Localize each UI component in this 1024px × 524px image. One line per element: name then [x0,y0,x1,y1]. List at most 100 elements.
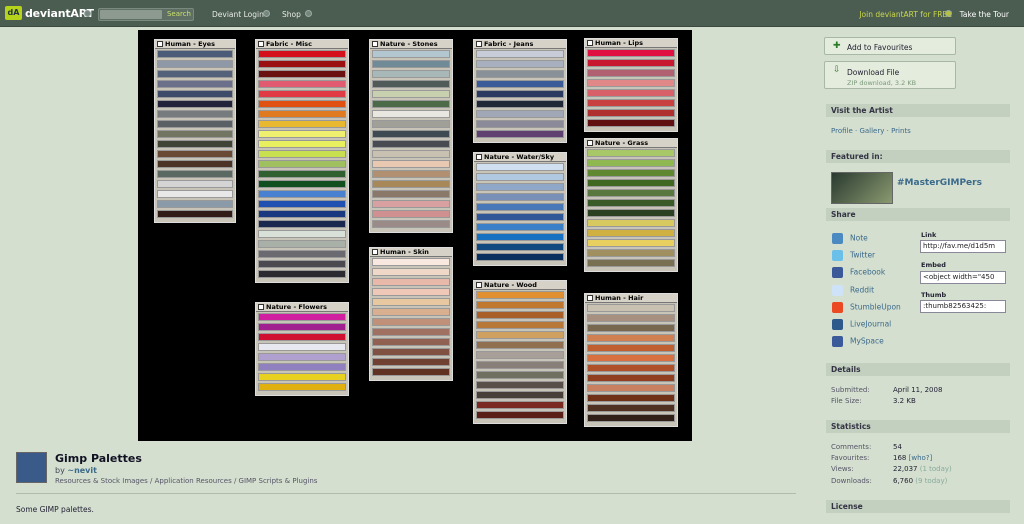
shop-link[interactable]: Shop [282,10,301,19]
color-swatch[interactable] [587,239,675,247]
palette-title[interactable]: Nature - Grass [585,139,677,148]
color-swatch[interactable] [476,193,564,201]
color-swatch[interactable] [157,90,233,98]
collapse-icon[interactable] [372,41,378,47]
color-swatch[interactable] [476,233,564,241]
color-swatch[interactable] [258,120,346,128]
color-swatch[interactable] [258,323,346,331]
chevron-down-icon[interactable] [305,10,312,17]
color-swatch[interactable] [258,60,346,68]
color-swatch[interactable] [258,110,346,118]
color-swatch[interactable] [258,383,346,391]
color-swatch[interactable] [258,50,346,58]
prints-link[interactable]: Prints [891,127,911,135]
color-swatch[interactable] [258,230,346,238]
color-swatch[interactable] [587,324,675,332]
color-swatch[interactable] [587,159,675,167]
color-swatch[interactable] [587,89,675,97]
color-swatch[interactable] [476,163,564,171]
collapse-icon[interactable] [157,41,163,47]
share-stumbleupon[interactable]: StumbleUpon [832,301,901,313]
color-swatch[interactable] [587,394,675,402]
color-swatch[interactable] [476,70,564,78]
collapse-icon[interactable] [587,40,593,46]
color-swatch[interactable] [258,100,346,108]
collapse-icon[interactable] [476,282,482,288]
collapse-icon[interactable] [587,295,593,301]
collapse-icon[interactable] [372,249,378,255]
author-link[interactable]: ~nevit [67,466,97,475]
profile-link[interactable]: Profile [831,127,853,135]
color-swatch[interactable] [587,219,675,227]
chevron-down-icon[interactable] [263,10,270,17]
color-swatch[interactable] [476,173,564,181]
color-swatch[interactable] [587,314,675,322]
deviation-image[interactable]: Human - Eyes Fabric - Misc Nature - Stones… [138,30,692,441]
color-swatch[interactable] [372,190,450,198]
color-swatch[interactable] [476,213,564,221]
color-swatch[interactable] [258,343,346,351]
color-swatch[interactable] [258,313,346,321]
color-swatch[interactable] [372,338,450,346]
download-file-button[interactable]: ⇩ Download File ZIP download, 3.2 KB [824,61,956,89]
color-swatch[interactable] [476,90,564,98]
collapse-icon[interactable] [258,304,264,310]
palette-title[interactable]: Fabric - Misc [256,40,348,49]
color-swatch[interactable] [157,130,233,138]
color-swatch[interactable] [372,140,450,148]
add-to-favourites-button[interactable]: ✚ Add to Favourites [824,37,956,55]
color-swatch[interactable] [476,60,564,68]
color-swatch[interactable] [372,100,450,108]
color-swatch[interactable] [157,180,233,188]
share-reddit[interactable]: Reddit [832,284,874,296]
color-swatch[interactable] [476,223,564,231]
breadcrumb[interactable]: Resources & Stock Images / Application R… [55,477,317,485]
color-swatch[interactable] [587,49,675,57]
color-swatch[interactable] [476,331,564,339]
color-swatch[interactable] [476,183,564,191]
color-swatch[interactable] [587,304,675,312]
color-swatch[interactable] [476,391,564,399]
color-swatch[interactable] [476,381,564,389]
color-swatch[interactable] [587,334,675,342]
palette-title[interactable]: Nature - Water/Sky [474,153,566,162]
color-swatch[interactable] [258,180,346,188]
color-swatch[interactable] [157,150,233,158]
palette-title[interactable]: Nature - Stones [370,40,452,49]
color-swatch[interactable] [157,80,233,88]
color-swatch[interactable] [372,130,450,138]
color-swatch[interactable] [372,308,450,316]
color-swatch[interactable] [258,220,346,228]
color-swatch[interactable] [476,361,564,369]
color-swatch[interactable] [372,70,450,78]
palette-window[interactable]: Nature - Stones [369,39,453,233]
color-swatch[interactable] [258,140,346,148]
color-swatch[interactable] [372,90,450,98]
palette-window[interactable]: Nature - Grass [584,138,678,272]
palette-window[interactable]: Human - Lips [584,38,678,132]
color-swatch[interactable] [258,260,346,268]
color-swatch[interactable] [476,130,564,138]
color-swatch[interactable] [157,210,233,218]
color-swatch[interactable] [587,364,675,372]
palette-window[interactable]: Human - Skin [369,247,453,381]
color-swatch[interactable] [258,190,346,198]
search-input[interactable] [100,10,162,19]
color-swatch[interactable] [476,301,564,309]
color-swatch[interactable] [258,160,346,168]
color-swatch[interactable] [372,288,450,296]
palette-window[interactable]: Nature - Water/Sky [473,152,567,266]
palette-title[interactable]: Nature - Flowers [256,303,348,312]
color-swatch[interactable] [587,404,675,412]
color-swatch[interactable] [476,371,564,379]
collapse-icon[interactable] [587,140,593,146]
color-swatch[interactable] [372,120,450,128]
color-swatch[interactable] [476,100,564,108]
color-swatch[interactable] [372,278,450,286]
gear-icon[interactable] [84,10,91,17]
deviantart-logo-icon[interactable]: dA [5,6,22,20]
color-swatch[interactable] [587,199,675,207]
share-myspace[interactable]: MySpace [832,336,884,348]
share-note[interactable]: Note [832,233,868,244]
color-swatch[interactable] [372,348,450,356]
